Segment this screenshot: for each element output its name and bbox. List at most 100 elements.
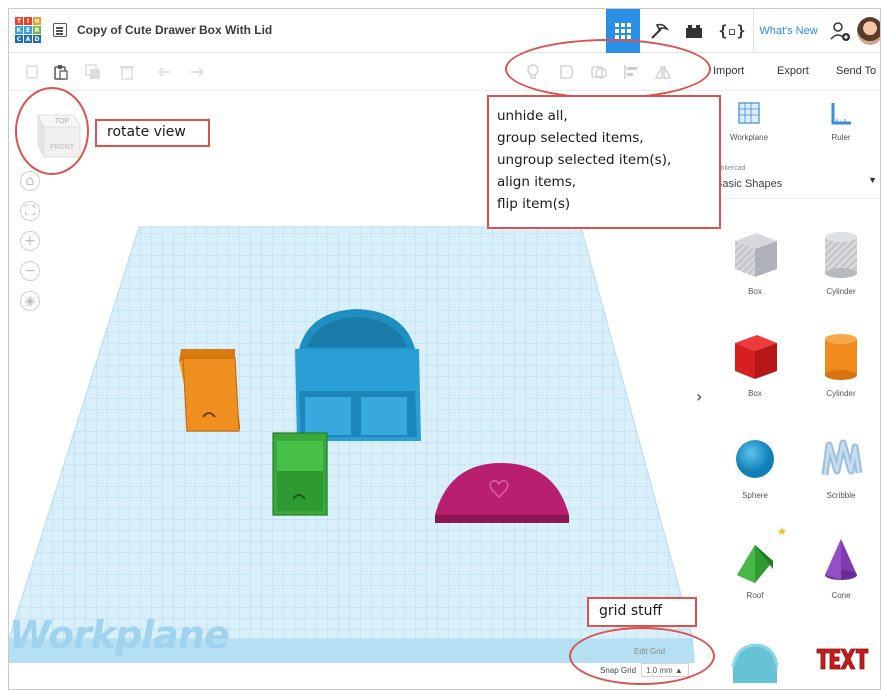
copy-icon[interactable] [25, 64, 41, 80]
logo-letter: T [15, 17, 23, 25]
shape-roof[interactable]: Roof [715, 531, 795, 600]
home-icon: ⌂ [25, 173, 35, 189]
shape-cylinder[interactable]: Cylinder [801, 329, 880, 398]
shape-half-cylinder[interactable] [715, 633, 795, 689]
shape-label: Cylinder [826, 287, 856, 296]
plus-icon: + [24, 233, 36, 249]
annotation-circle-grid [569, 627, 715, 685]
view-controls: ⌂ ⛶ + − ◈ [20, 171, 40, 321]
logo-letter: E [24, 26, 32, 34]
note-line: flip item(s) [497, 196, 571, 212]
fit-view-icon: ⛶ [25, 203, 35, 219]
import-button[interactable]: Import [713, 65, 744, 77]
code-braces-icon: {▫} [718, 22, 746, 40]
cube-icon: ◈ [24, 293, 36, 309]
box-icon [735, 233, 777, 277]
half-cylinder-icon [731, 643, 779, 683]
green-drawer-shape[interactable] [272, 432, 328, 516]
cylinder-icon [825, 334, 857, 380]
annotation-grid-stuff: grid stuff [587, 597, 697, 627]
grid-view-icon [615, 23, 631, 39]
workplane-tool-icon [737, 101, 761, 127]
shape-label: Cone [831, 591, 851, 600]
user-add-icon [830, 22, 850, 41]
logo-letter: D [33, 35, 41, 43]
avatar[interactable] [857, 17, 880, 45]
ruler-tool[interactable]: Ruler [811, 101, 871, 142]
shape-sphere[interactable]: Sphere [715, 431, 795, 500]
panel-collapse-chevron[interactable]: › [696, 387, 702, 406]
trash-icon[interactable] [119, 64, 135, 80]
shape-label: Cylinder [826, 389, 856, 398]
home-view-button[interactable]: ⌂ [20, 171, 40, 191]
shape-box[interactable]: Box [715, 329, 795, 398]
logo-letter: R [33, 26, 41, 34]
annotation-rotate-view: rotate view [95, 119, 210, 147]
workplane-tool[interactable]: Workplane [719, 101, 779, 142]
cylinder-icon [825, 232, 857, 278]
annotation-circle-viewcube [15, 87, 89, 175]
note-line: ungroup selected item(s), [497, 152, 672, 168]
duplicate-icon[interactable] [85, 64, 101, 80]
blue-drawer-box-shape[interactable] [295, 309, 421, 441]
bricks-view-button[interactable] [679, 9, 709, 53]
logo-letter: N [33, 17, 41, 25]
star-icon: ★ [777, 526, 787, 538]
shape-cone[interactable]: Cone [801, 531, 880, 600]
sphere-icon [736, 440, 774, 478]
logo-letter: A [24, 35, 32, 43]
box-icon [735, 335, 777, 379]
shape-label: Scribble [826, 491, 856, 500]
shape-label: Box [748, 389, 762, 398]
zoom-out-button[interactable]: − [20, 261, 40, 281]
shape-box-hole[interactable]: Box [715, 227, 795, 296]
pickaxe-icon [651, 23, 669, 39]
annotation-toolbar-note: unhide all, group selected items, ungrou… [487, 95, 721, 229]
shape-scribble[interactable]: Scribble [801, 431, 880, 500]
codeblocks-button[interactable]: {▫} [713, 9, 751, 53]
projection-button[interactable]: ◈ [20, 291, 40, 311]
export-button[interactable]: Export [777, 65, 809, 77]
shape-label: Roof [746, 591, 764, 600]
logo-letter: C [15, 35, 23, 43]
logo-letter: I [24, 17, 32, 25]
workplane-tool-label: Workplane [729, 133, 769, 142]
note-line: align items, [497, 174, 577, 190]
app-header: T I N K E R C A D Copy of Cute Drawer Bo… [9, 9, 880, 53]
logo-letter: K [15, 26, 23, 34]
tinkercad-window: T I N K E R C A D Copy of Cute Drawer Bo… [8, 8, 881, 690]
paste-icon[interactable] [53, 64, 69, 80]
document-title[interactable]: Copy of Cute Drawer Box With Lid [77, 23, 272, 37]
design-list-icon[interactable] [53, 23, 67, 37]
ruler-tool-label: Ruler [831, 133, 851, 142]
edit-toolbar: Import Export Send To [9, 53, 880, 91]
shape-library-select[interactable]: Tinkercad Basic Shapes ▼ [715, 161, 879, 199]
add-user-button[interactable] [827, 9, 853, 53]
shape-text[interactable] [801, 639, 880, 689]
caret-down-icon: ▼ [868, 175, 877, 185]
tinkercad-logo[interactable]: T I N K E R C A D [15, 17, 41, 43]
note-line: group selected items, [497, 130, 644, 146]
ruler-icon [829, 101, 853, 127]
shape-label: Box [748, 287, 762, 296]
cone-icon [825, 539, 857, 580]
workplane-watermark: Workplane [9, 613, 230, 657]
redo-icon[interactable] [189, 64, 205, 80]
zoom-in-button[interactable]: + [20, 231, 40, 251]
send-to-button[interactable]: Send To [836, 65, 876, 77]
brick-icon [686, 25, 702, 38]
shape-cylinder-hole[interactable]: Cylinder [801, 227, 880, 296]
fit-view-button[interactable]: ⛶ [20, 201, 40, 221]
undo-icon[interactable] [157, 64, 173, 80]
shapes-panel: Workplane Ruler Tinkercad Basic Shapes ▼… [705, 91, 880, 689]
library-name: Basic Shapes [715, 178, 783, 190]
roof-icon [737, 545, 773, 583]
shape-label: Sphere [742, 491, 768, 500]
note-line: unhide all, [497, 108, 568, 124]
minus-icon: − [24, 263, 36, 279]
orange-drawer-shape[interactable] [179, 349, 240, 432]
whats-new-link[interactable]: What's New [753, 9, 823, 53]
annotation-circle-toolbar [505, 39, 711, 99]
scribble-icon [821, 439, 863, 476]
text-shape-icon [816, 648, 869, 670]
